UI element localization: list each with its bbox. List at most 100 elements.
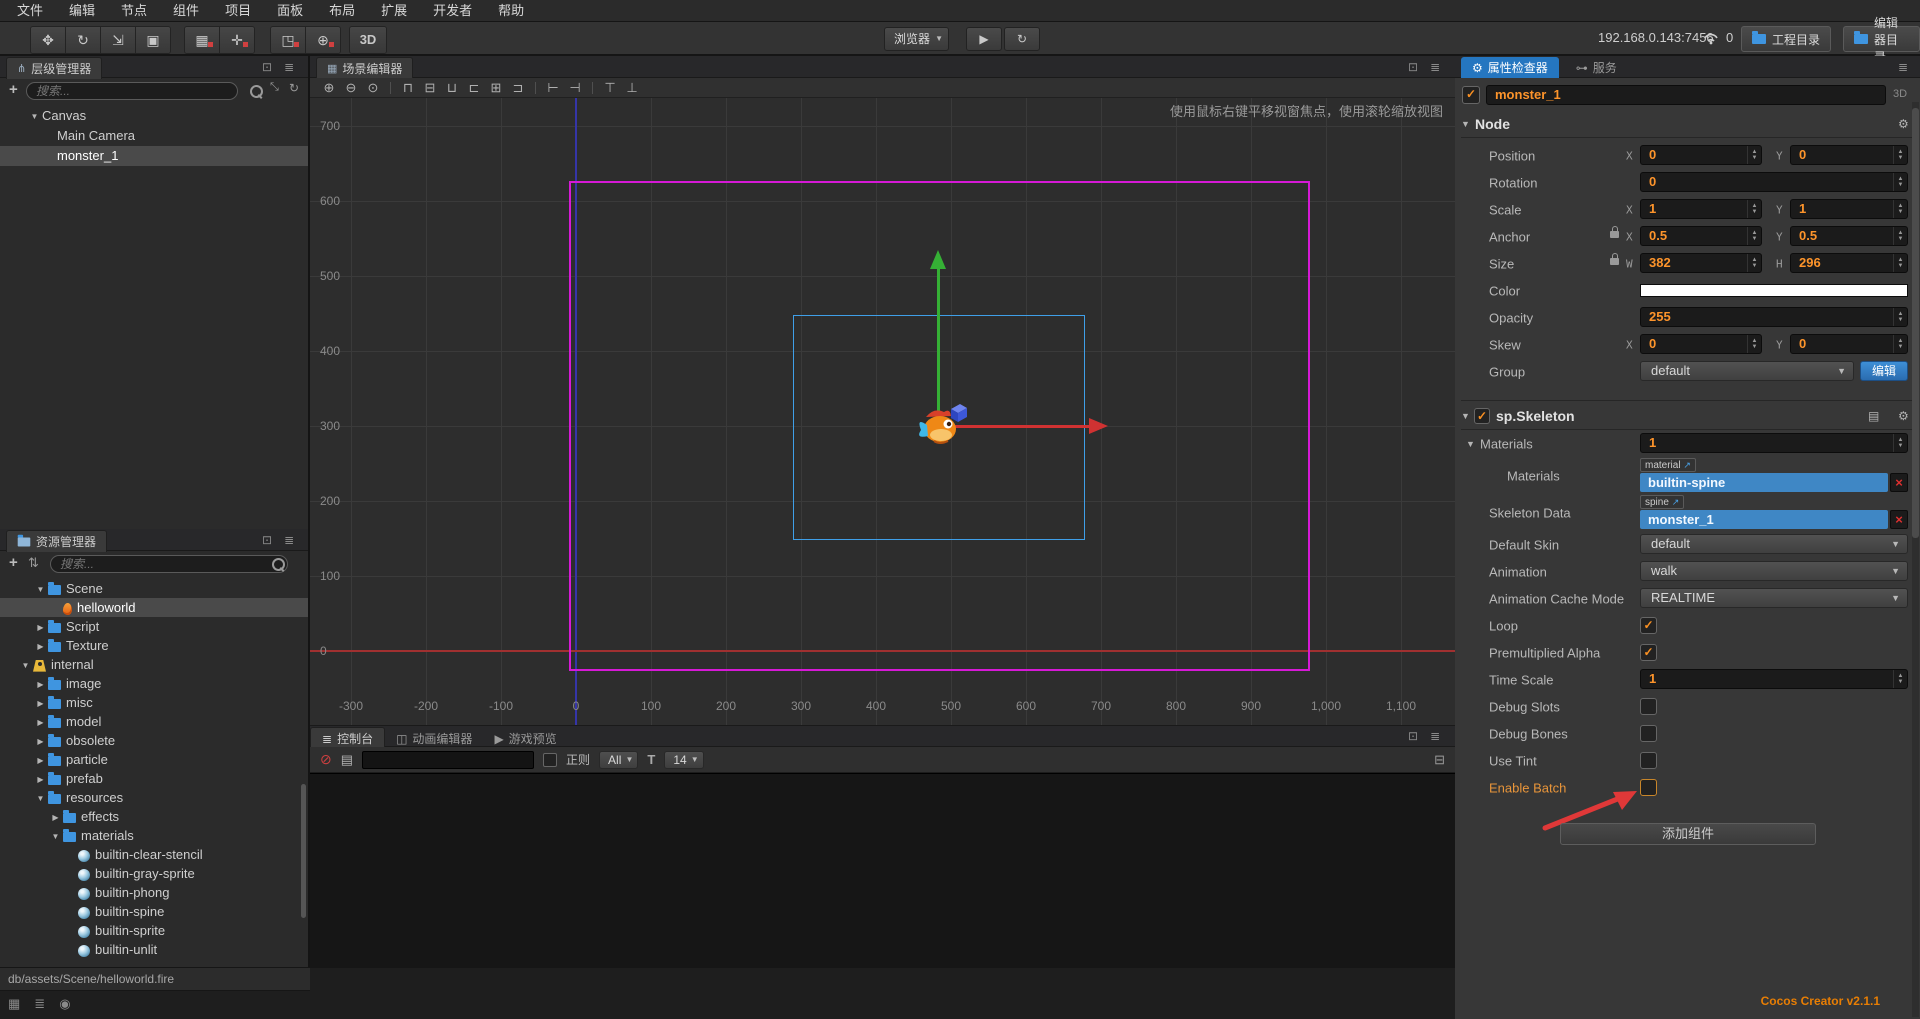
rotate-tool-icon[interactable]: ↻ [65,27,100,53]
node-section-header[interactable]: ▼ Node ⚙ [1455,112,1920,136]
stretch-v-icon[interactable]: ⊥ [621,80,643,96]
value-field[interactable]: 1 ▲ ▼ [1640,669,1908,689]
layout-icon[interactable]: ▦ [8,996,20,1012]
align-left-icon[interactable]: ⊏ [463,80,485,96]
tree-expander[interactable]: ▶ [33,713,48,732]
asset-item-resources[interactable]: ▼ resources [0,788,308,807]
asset-item-Texture[interactable]: ▶ Texture [0,636,308,655]
tree-expander[interactable]: ▶ [33,732,48,751]
spinner[interactable]: ▲ ▼ [1893,308,1907,326]
align-center-icon[interactable]: ⊞ [485,80,507,96]
hierarchy-node-monster_1[interactable]: monster_1 [0,146,308,166]
asset-item-obsolete[interactable]: ▶ obsolete [0,731,308,750]
scene-viewport[interactable]: 使用鼠标右键平移视窗焦点，使用滚轮缩放视图 700 600 500 400 300 200… [310,98,1455,725]
asset-item-model[interactable]: ▶ model [0,712,308,731]
search-icon[interactable] [250,85,263,98]
value-field[interactable]: 1 ▲ ▼ [1640,433,1908,453]
pivot-anchor-icon[interactable]: ✛ [219,27,254,53]
hierarchy-node-Main Camera[interactable]: Main Camera [0,126,308,146]
asset-item-builtin-phong[interactable]: builtin-phong [0,883,308,902]
menu-item-1[interactable]: 编辑 [56,0,108,22]
create-node-button[interactable]: + [9,81,18,98]
asset-item-prefab[interactable]: ▶ prefab [0,769,308,788]
tree-expander[interactable]: ▼ [48,827,63,846]
tree-expander[interactable]: ▶ [33,637,48,656]
value-field[interactable]: 0 ▲ ▼ [1640,145,1762,165]
tree-expander[interactable]: ▶ [33,675,48,694]
menu-item-0[interactable]: 文件 [4,0,56,22]
open-editor-dir-button[interactable]: 编辑器目录 [1843,16,1920,64]
checkbox-loop[interactable]: ✓ [1640,617,1657,634]
value-field[interactable]: 1 ▲ ▼ [1640,199,1762,219]
toggle-3d-button[interactable]: 3D [350,27,386,53]
fold-icon[interactable]: ▼ [1466,439,1475,449]
tree-expander[interactable]: ▼ [18,656,33,675]
panel-menu-icon[interactable]: ≣ [1430,729,1440,743]
node-name-input[interactable]: monster_1 [1486,85,1886,105]
asset-item-builtin-clear-stencil[interactable]: builtin-clear-stencil [0,845,308,864]
value-field[interactable]: 0.5 ▲ ▼ [1640,226,1762,246]
asset-item-effects[interactable]: ▶ effects [0,807,308,826]
tab-控制台[interactable]: ≣ 控制台 [310,727,386,749]
align-top-icon[interactable]: ⊓ [397,80,419,96]
play-button[interactable]: ▶ [966,27,1002,51]
assets-search-input[interactable]: 搜索... [50,555,288,573]
lock-icon[interactable] [1610,253,1619,265]
open-project-dir-button[interactable]: 工程目录 [1741,26,1832,52]
lock-icon[interactable] [1610,226,1619,238]
refresh-button[interactable]: ↻ [1004,27,1040,51]
panel-menu-icon[interactable]: ≣ [1430,60,1440,74]
dropdown[interactable]: walk ▼ [1640,561,1908,581]
docs-icon[interactable]: ▤ [1868,404,1879,428]
asset-item-builtin-sprite[interactable]: builtin-sprite [0,921,308,940]
spinner[interactable]: ▲ ▼ [1747,146,1761,164]
spinner[interactable]: ▲ ▼ [1893,227,1907,245]
refresh-icon[interactable]: ↻ [289,81,299,95]
spinner[interactable]: ▲ ▼ [1893,434,1907,452]
panel-menu-icon[interactable]: ≣ [1898,60,1908,74]
add-component-button[interactable]: 添加组件 [1560,823,1816,845]
asset-item-misc[interactable]: ▶ misc [0,693,308,712]
log-level-dropdown[interactable]: All ▼ [599,750,639,769]
skeleton-section-header[interactable]: ▼ ✓ sp.Skeleton ▤ ⚙ [1455,404,1920,428]
gear-icon[interactable]: ⚙ [1898,404,1909,428]
asset-item-helloworld[interactable]: helloworld [0,598,308,617]
external-link-icon[interactable]: ↗ [1683,460,1691,470]
align-right-icon[interactable]: ⊐ [507,80,529,96]
zoom-in-icon[interactable]: ⊕ [318,80,340,96]
open-log-file-icon[interactable]: ▤ [341,752,353,768]
asset-item-builtin-unlit[interactable]: builtin-unlit [0,940,308,959]
font-size-dropdown[interactable]: 14 ▼ [664,750,704,769]
world-coordinate-icon[interactable]: ⊕ [305,27,340,53]
distribute-h-icon[interactable]: ⊢ [542,80,564,96]
asset-item-particle[interactable]: ▶ particle [0,750,308,769]
asset-item-image[interactable]: ▶ image [0,674,308,693]
align-middle-icon[interactable]: ⊟ [419,80,441,96]
tab-动画编辑器[interactable]: ◫ 动画编辑器 [385,728,483,749]
checkbox-debug-bones[interactable] [1640,725,1657,742]
value-field[interactable]: 296 ▲ ▼ [1790,253,1908,273]
gizmo-xy-handle[interactable] [948,402,970,424]
popout-icon[interactable]: ⊡ [262,60,272,74]
console-filter-input[interactable] [362,750,535,769]
checkbox-premultiplied-alpha[interactable]: ✓ [1640,644,1657,661]
value-field[interactable]: 0 ▲ ▼ [1790,145,1908,165]
align-bottom-icon[interactable]: ⊔ [441,80,463,96]
spinner[interactable]: ▲ ▼ [1747,227,1761,245]
menu-item-4[interactable]: 项目 [212,0,264,22]
tree-expander[interactable]: ▶ [33,694,48,713]
hierarchy-node-Canvas[interactable]: ▼ Canvas [0,106,308,126]
tab-assets[interactable]: 资源管理器 [6,530,108,552]
tree-expander[interactable]: ▶ [48,808,63,827]
value-field[interactable]: 0 ▲ ▼ [1790,334,1908,354]
tree-expander[interactable]: ▼ [27,107,42,127]
menu-item-5[interactable]: 面板 [264,0,316,22]
menu-item-8[interactable]: 开发者 [420,0,485,22]
tree-expander[interactable]: ▶ [33,770,48,789]
value-field[interactable]: 0 ▲ ▼ [1640,172,1908,192]
edit-group-button[interactable]: 编辑 [1860,361,1908,381]
move-tool-icon[interactable]: ✥ [31,27,65,53]
asset-reference[interactable]: builtin-spine [1640,473,1888,492]
asset-item-materials[interactable]: ▼ materials [0,826,308,845]
local-coordinate-icon[interactable]: ◳ [271,27,305,53]
